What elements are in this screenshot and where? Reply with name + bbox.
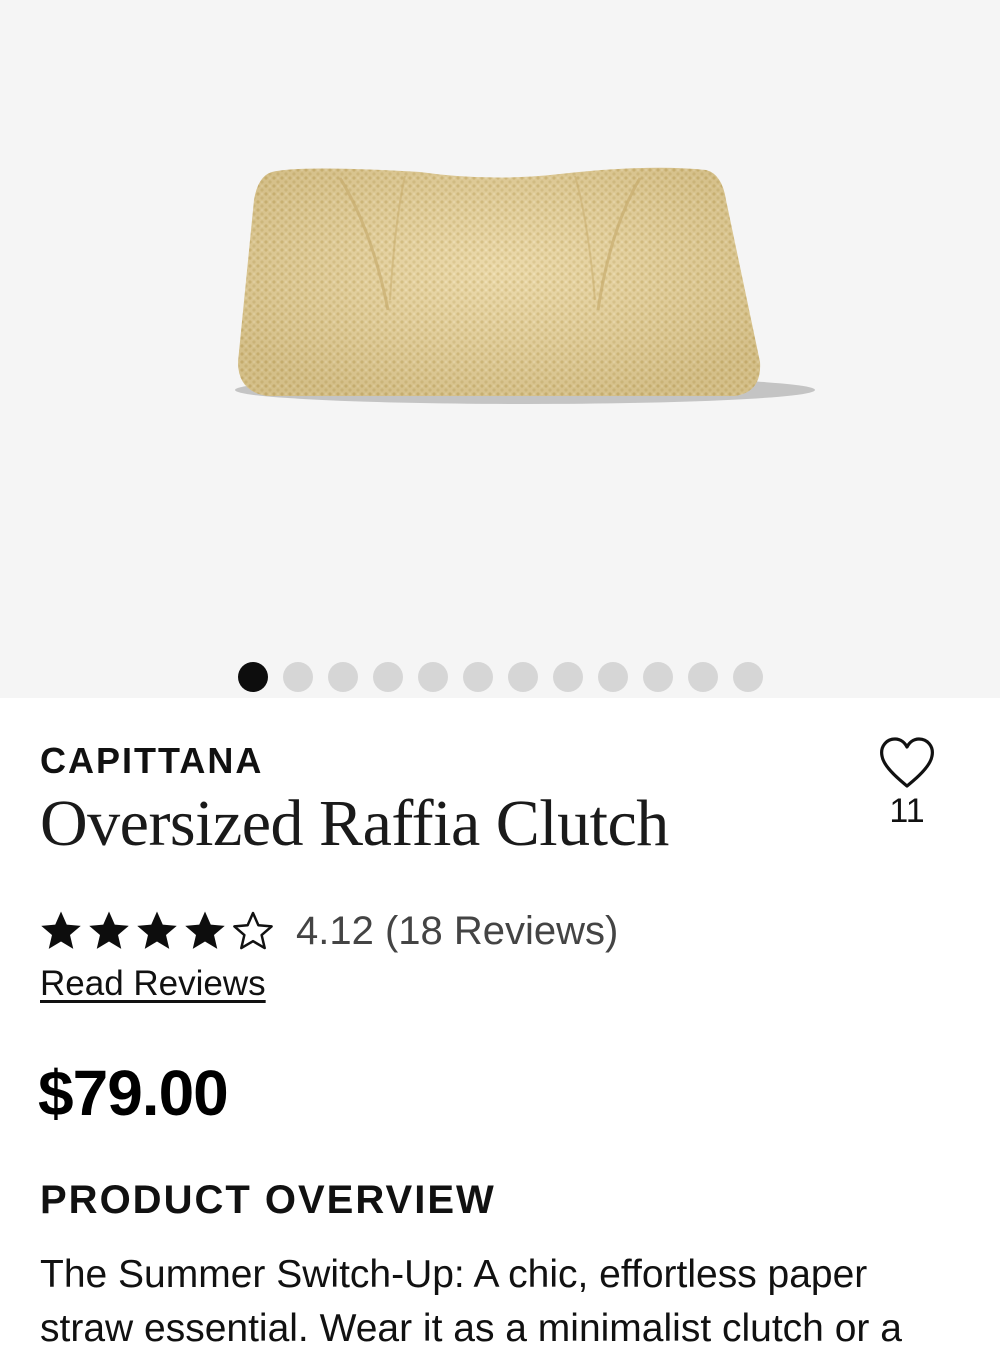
read-reviews-link[interactable]: Read Reviews xyxy=(40,964,266,1004)
heart-outline-icon xyxy=(880,737,934,788)
carousel-dot[interactable] xyxy=(372,662,403,692)
star-filled-icon xyxy=(89,911,129,949)
product-title: Oversized Raffia Clutch xyxy=(40,787,669,860)
carousel-dot[interactable] xyxy=(237,662,268,692)
overview-heading: PRODUCT OVERVIEW xyxy=(40,1178,496,1222)
favorite-button[interactable]: 11 xyxy=(872,736,942,836)
carousel-dot[interactable] xyxy=(417,662,448,692)
product-image-gallery[interactable] xyxy=(0,0,1000,698)
carousel-dots xyxy=(0,660,1000,694)
carousel-dot[interactable] xyxy=(687,662,718,692)
star-filled-icon xyxy=(137,911,177,949)
carousel-dot[interactable] xyxy=(282,662,313,692)
rating-summary: 4.12 (18 Reviews) xyxy=(38,904,618,958)
star-filled-icon xyxy=(185,911,225,949)
overview-text: The Summer Switch-Up: A chic, effortless… xyxy=(40,1253,902,1350)
rating-text: 4.12 (18 Reviews) xyxy=(296,908,619,953)
product-image xyxy=(235,167,815,404)
carousel-dot[interactable] xyxy=(732,662,763,692)
product-price: $79.00 xyxy=(38,1057,229,1129)
star-outline-icon xyxy=(233,911,273,950)
carousel-dot[interactable] xyxy=(642,662,673,692)
carousel-dot[interactable] xyxy=(462,662,493,692)
carousel-dot[interactable] xyxy=(552,662,583,692)
brand-name[interactable]: CAPITTANA xyxy=(40,740,263,782)
carousel-dot[interactable] xyxy=(597,662,628,692)
carousel-dot[interactable] xyxy=(327,662,358,692)
carousel-dot[interactable] xyxy=(507,662,538,692)
star-rating xyxy=(38,908,276,954)
favorite-count: 11 xyxy=(889,792,925,830)
star-filled-icon xyxy=(41,911,81,949)
